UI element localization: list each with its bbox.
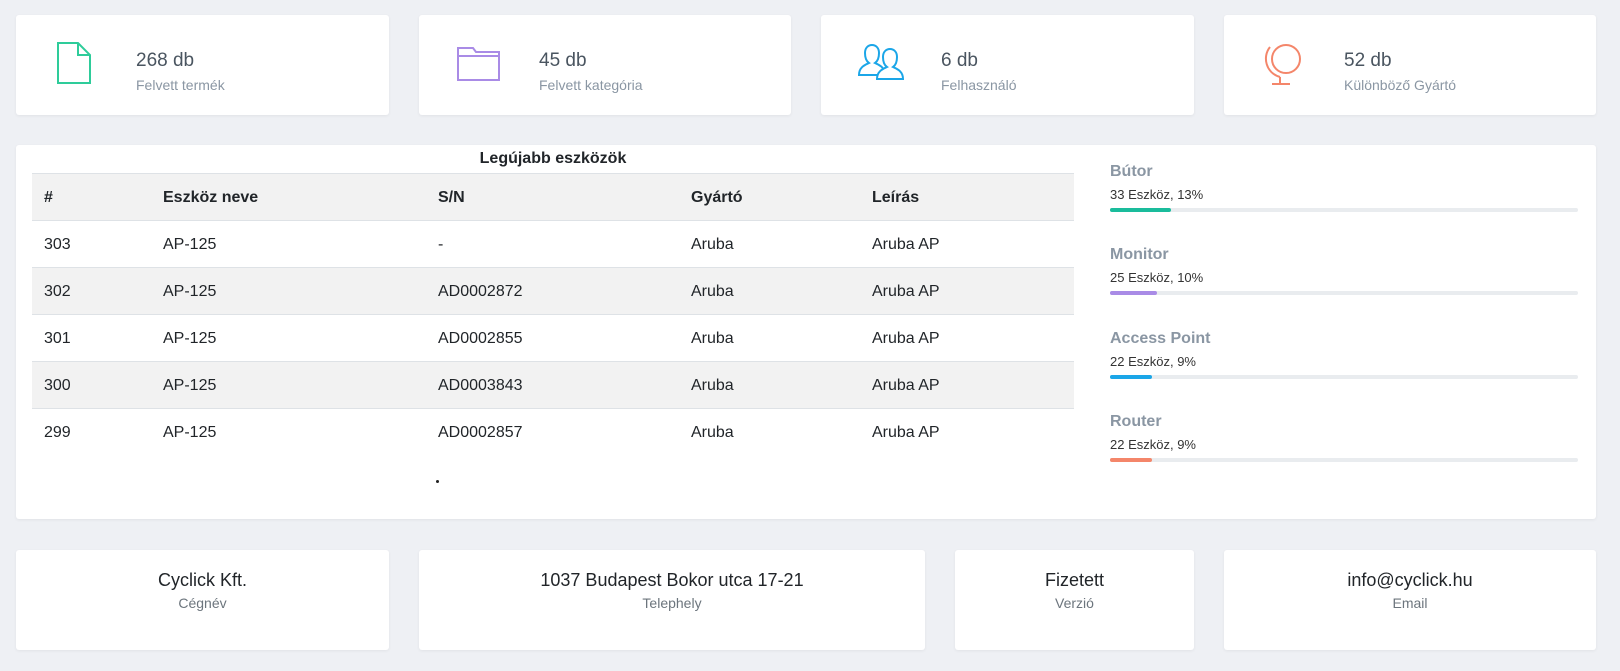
cell-device-name: AP-125: [163, 330, 217, 347]
file-icon: [57, 42, 91, 84]
cell-serial: -: [438, 236, 444, 253]
email-label: Email: [1392, 595, 1428, 611]
table-row: 303 AP-125 - Aruba Aruba AP: [32, 221, 1074, 268]
stat-card-manufacturers: 52 db Különböző Gyártó: [1224, 15, 1596, 115]
category-name: Monitor: [1110, 246, 1169, 263]
info-card-address: 1037 Budapest Bokor utca 17-21 Telephely: [419, 550, 925, 650]
cell-device-name: AP-125: [163, 377, 217, 394]
info-card-version: Fizetett Verzió: [955, 550, 1194, 650]
progress-fill: [1110, 291, 1157, 295]
progress-fill: [1110, 208, 1171, 212]
company-label: Cégnév: [178, 595, 227, 611]
version-value: Fizetett: [1044, 570, 1105, 590]
cell-id: 301: [44, 330, 71, 347]
category-count: 33 Eszköz, 13%: [1110, 187, 1204, 202]
column-header: Eszköz neve: [163, 189, 259, 206]
column-header: #: [44, 189, 53, 206]
category-progress-butor: Bútor 33 Eszköz, 13%: [1110, 163, 1578, 212]
cell-manufacturer: Aruba: [691, 330, 734, 347]
info-card-email: info@cyclick.hu Email: [1224, 550, 1596, 650]
address-label: Telephely: [642, 595, 702, 611]
category-count: 22 Eszköz, 9%: [1110, 354, 1196, 369]
column-header: Leírás: [872, 189, 920, 206]
folder-icon: [457, 47, 500, 81]
stat-value: 45 db: [539, 50, 587, 71]
cell-device-name: AP-125: [163, 424, 217, 441]
cell-device-name: AP-125: [163, 283, 217, 300]
table-header-row: # Eszköz neve S/N Gyártó Leírás: [32, 174, 1074, 221]
stat-value: 6 db: [941, 50, 978, 71]
globe-icon: [1264, 44, 1301, 85]
stat-label: Felhasználó: [941, 77, 1017, 93]
pagination-dot[interactable]: [436, 480, 439, 483]
progress-track: [1110, 208, 1578, 212]
column-header: Gyártó: [691, 189, 743, 206]
table-row: 300 AP-125 AD0003843 Aruba Aruba AP: [32, 362, 1074, 409]
column-header: S/N: [438, 189, 465, 206]
table-row: 299 AP-125 AD0002857 Aruba Aruba AP: [32, 409, 1074, 456]
cell-id: 302: [44, 283, 71, 300]
stat-card-products: 268 db Felvett termék: [16, 15, 389, 115]
cell-description: Aruba AP: [872, 330, 940, 347]
cell-description: Aruba AP: [872, 236, 940, 253]
table-row: 301 AP-125 AD0002855 Aruba Aruba AP: [32, 315, 1074, 362]
cell-manufacturer: Aruba: [691, 424, 734, 441]
category-name: Router: [1110, 413, 1162, 430]
category-name: Bútor: [1110, 163, 1153, 180]
table-row: 302 AP-125 AD0002872 Aruba Aruba AP: [32, 268, 1074, 315]
cell-description: Aruba AP: [872, 377, 940, 394]
version-label: Verzió: [1055, 595, 1094, 611]
progress-track: [1110, 458, 1578, 462]
cell-description: Aruba AP: [872, 424, 940, 441]
category-count: 22 Eszköz, 9%: [1110, 437, 1196, 452]
email-value: info@cyclick.hu: [1347, 570, 1473, 590]
cell-manufacturer: Aruba: [691, 377, 734, 394]
address-value: 1037 Budapest Bokor utca 17-21: [540, 570, 804, 590]
stat-label: Felvett kategória: [539, 77, 643, 93]
cell-id: 300: [44, 377, 71, 394]
category-progress-router: Router 22 Eszköz, 9%: [1110, 413, 1578, 462]
cell-serial: AD0003843: [438, 377, 523, 394]
stat-card-users: 6 db Felhasználó: [821, 15, 1194, 115]
stat-value: 268 db: [136, 50, 195, 71]
cell-serial: AD0002857: [438, 424, 523, 441]
devices-table: # Eszköz neve S/N Gyártó Leírás 303 AP-1…: [32, 173, 1074, 456]
cell-description: Aruba AP: [872, 283, 940, 300]
cell-id: 303: [44, 236, 71, 253]
cell-device-name: AP-125: [163, 236, 217, 253]
stat-card-categories: 45 db Felvett kategória: [419, 15, 791, 115]
cell-manufacturer: Aruba: [691, 236, 734, 253]
cell-manufacturer: Aruba: [691, 283, 734, 300]
stat-label: Felvett termék: [136, 77, 225, 93]
table-title: Legújabb eszközök: [479, 150, 627, 167]
company-name: Cyclick Kft.: [157, 570, 247, 590]
progress-track: [1110, 375, 1578, 379]
category-name: Access Point: [1110, 330, 1211, 347]
stat-value: 52 db: [1344, 50, 1392, 71]
category-progress-monitor: Monitor 25 Eszköz, 10%: [1110, 246, 1578, 295]
progress-fill: [1110, 375, 1153, 379]
stat-label: Különböző Gyártó: [1344, 77, 1457, 93]
info-card-company: Cyclick Kft. Cégnév: [16, 550, 389, 650]
cell-serial: AD0002855: [438, 330, 523, 347]
progress-track: [1110, 291, 1578, 295]
latest-devices-panel: Legújabb eszközök # Eszköz neve S/N Gyár…: [16, 145, 1596, 519]
cell-serial: AD0002872: [438, 283, 523, 300]
cell-id: 299: [44, 424, 71, 441]
category-count: 25 Eszköz, 10%: [1110, 270, 1204, 285]
category-progress-access-point: Access Point 22 Eszköz, 9%: [1110, 330, 1578, 379]
users-icon: [857, 43, 905, 80]
progress-fill: [1110, 458, 1153, 462]
